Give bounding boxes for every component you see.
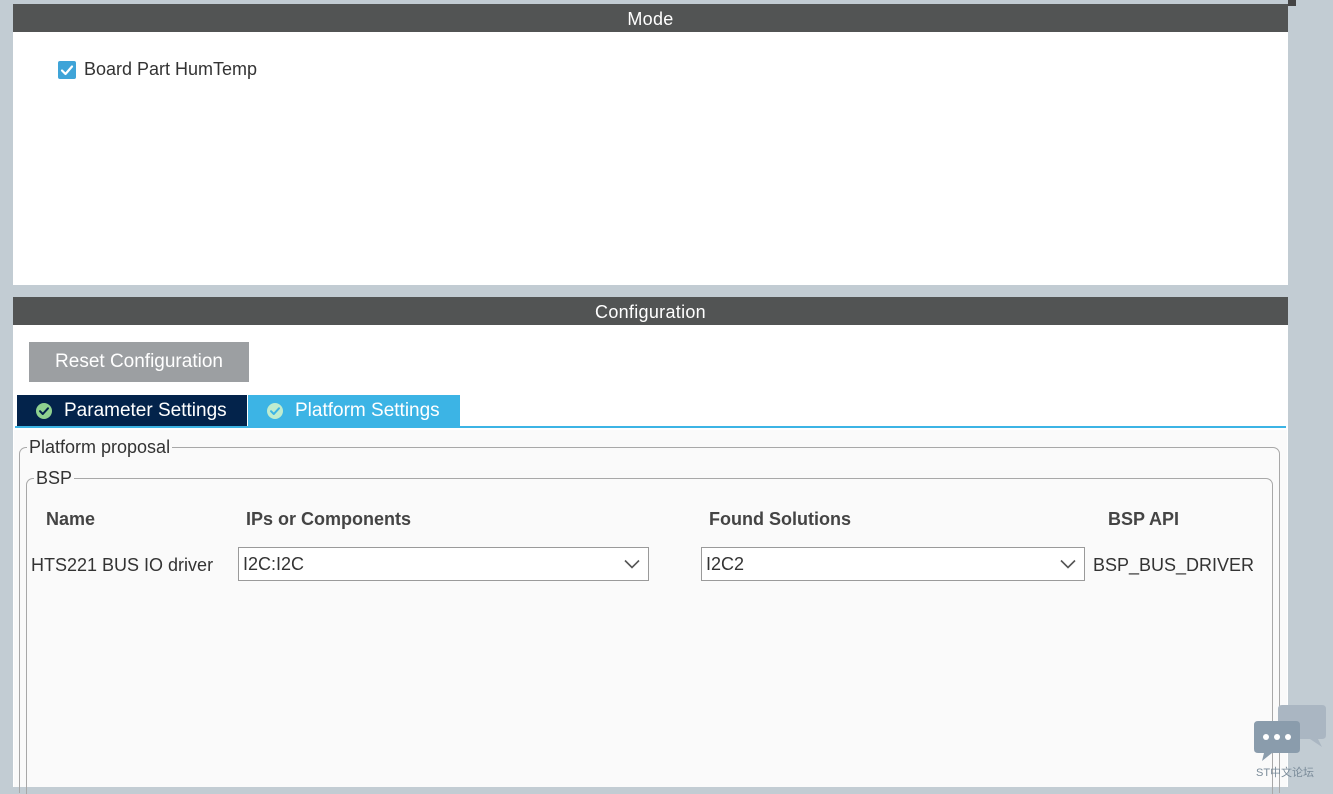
chevron-down-icon <box>624 559 640 569</box>
row-bsp-api: BSP_BUS_DRIVER <box>1093 555 1255 575</box>
column-header-bsp-api: BSP API <box>1108 509 1180 529</box>
bsp-group <box>26 478 1273 794</box>
tab-underline <box>15 426 1286 428</box>
platform-proposal-legend: Platform proposal <box>27 437 173 458</box>
configuration-header: Configuration <box>13 297 1288 325</box>
tab-parameter-settings-label: Parameter Settings <box>64 400 227 421</box>
board-part-checkbox-row[interactable]: Board Part HumTemp <box>58 59 257 80</box>
tab-parameter-settings[interactable]: Parameter Settings <box>17 395 247 427</box>
reset-configuration-button[interactable]: Reset Configuration <box>29 342 249 382</box>
ips-components-value: I2C:I2C <box>243 553 305 574</box>
settings-tabs: Parameter Settings Platform Settings <box>17 395 460 427</box>
window-corner <box>1288 0 1296 6</box>
watermark-caption: ST中文论坛 <box>1256 767 1315 779</box>
tab-platform-settings-label: Platform Settings <box>295 400 440 421</box>
tab-platform-settings[interactable]: Platform Settings <box>248 395 460 427</box>
board-part-checkbox[interactable] <box>58 60 76 79</box>
chat-bubble-icon <box>1254 705 1326 761</box>
found-solutions-value: I2C2 <box>706 553 745 574</box>
column-header-name: Name <box>46 509 96 529</box>
column-header-ips: IPs or Components <box>246 509 412 529</box>
check-circle-icon <box>266 402 284 420</box>
ips-components-select[interactable]: I2C:I2C <box>238 547 649 581</box>
mode-panel: Mode Board Part HumTemp <box>13 4 1288 285</box>
bsp-legend: BSP <box>34 468 75 489</box>
check-circle-icon <box>35 402 53 420</box>
row-name: HTS221 BUS IO driver <box>31 555 214 575</box>
found-solutions-select[interactable]: I2C2 <box>701 547 1085 581</box>
column-header-found-solutions: Found Solutions <box>709 509 851 529</box>
checkmark-icon <box>60 64 74 75</box>
board-part-label: Board Part HumTemp <box>84 59 258 79</box>
configuration-panel: Configuration Reset Configuration Parame… <box>13 297 1288 794</box>
chevron-down-icon <box>1060 559 1076 569</box>
mode-header: Mode <box>13 4 1288 32</box>
